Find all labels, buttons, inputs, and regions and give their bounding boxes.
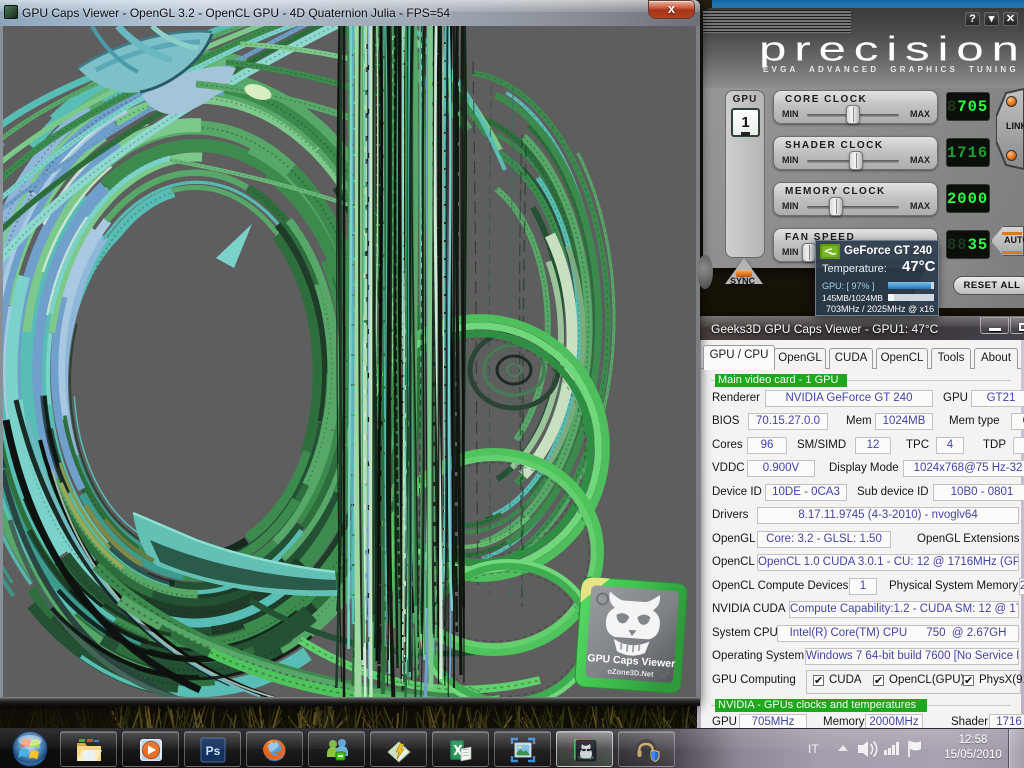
svg-text:IT: IT [808, 742, 819, 756]
svg-text:GPU Caps: GPU Caps [578, 756, 594, 760]
svg-text:Ps: Ps [206, 744, 221, 758]
